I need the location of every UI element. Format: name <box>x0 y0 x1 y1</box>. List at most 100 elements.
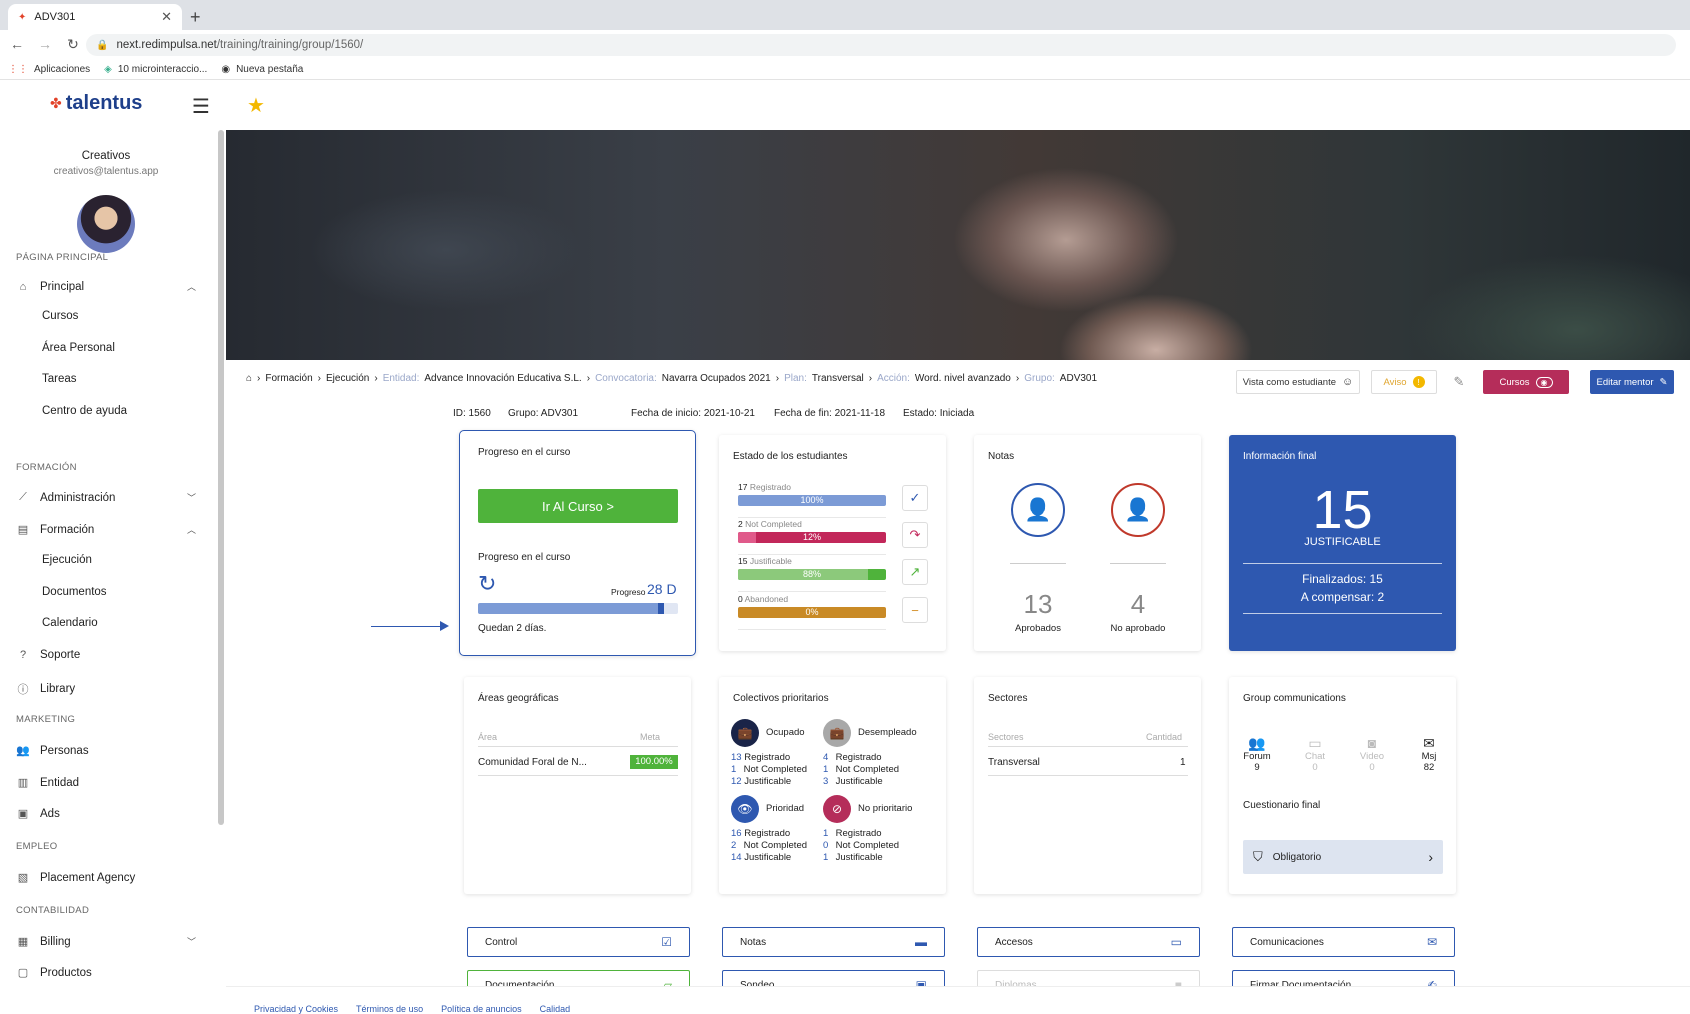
breadcrumb-plan[interactable]: Transversal <box>812 373 864 384</box>
back-icon[interactable]: ← <box>6 36 28 52</box>
forum-item[interactable]: 👥 Forum 9 <box>1237 735 1277 773</box>
button-label: Obligatorio <box>1272 851 1322 863</box>
sidebar-item-ads[interactable]: ▣ Ads <box>16 807 196 821</box>
cursos-button[interactable]: Cursos ◉ <box>1483 370 1569 394</box>
new-tab-icon[interactable]: + <box>190 7 201 28</box>
failed-count: 4 <box>1130 589 1146 619</box>
edit-mentor-button[interactable]: Editar mentor ✎ <box>1590 370 1674 394</box>
avatar[interactable] <box>77 195 135 253</box>
tab-strip: ✦ ADV301 ✕ + <box>0 0 1690 30</box>
bookmark-apps[interactable]: ⋮⋮ Aplicaciones <box>8 64 90 75</box>
footer-link[interactable]: Calidad <box>540 1004 571 1014</box>
bookmark-nueva-pestana[interactable]: ◉ Nueva pestaña <box>221 64 303 75</box>
status-action-icon[interactable]: ↗ <box>902 559 928 585</box>
favicon-icon: ✦ <box>18 11 27 23</box>
student-face-icon: ☺ <box>1342 376 1354 388</box>
sidebar-item-library[interactable]: ⓘ Library <box>16 681 196 697</box>
notas-button[interactable]: Notas ▬ <box>722 927 945 957</box>
support-icon: ? <box>19 649 27 661</box>
sidebar-item-productos[interactable]: ▢ Productos <box>16 966 196 980</box>
sidebar-item-centro-ayuda[interactable]: Centro de ayuda <box>42 405 127 417</box>
button-label: Accesos <box>995 936 1033 948</box>
sidebar-item-billing[interactable]: ▦ Billing ﹀ <box>16 935 196 949</box>
logo-dots-icon: ✤ <box>50 95 62 111</box>
approved-user-icon: 👤 <box>1011 483 1065 537</box>
divider <box>478 746 678 747</box>
bookmarks-bar: ⋮⋮ Aplicaciones ◈ 10 microinteraccio... ◉ N… <box>0 58 303 80</box>
reload-icon[interactable]: ↻ <box>62 36 84 53</box>
pencil-icon[interactable]: ✎ <box>1450 370 1468 394</box>
forward-icon[interactable]: → <box>34 36 56 52</box>
chevron-right-icon: › <box>1428 849 1433 865</box>
go-to-course-button[interactable]: Ir Al Curso > <box>478 489 678 523</box>
home-icon[interactable]: ⌂ <box>246 373 252 384</box>
sidebar-item-area-personal[interactable]: Área Personal <box>42 342 115 354</box>
comm-label: Chat <box>1304 751 1326 762</box>
sidebar-item-personas[interactable]: 👥 Personas <box>16 744 196 758</box>
breadcrumb-entidad[interactable]: Advance Innovación Educativa S.L. <box>424 373 581 384</box>
footer-link[interactable]: Términos de uso <box>356 1004 423 1014</box>
breadcrumb-ejecucion[interactable]: Ejecución <box>326 373 369 384</box>
address-bar[interactable]: 🔒 next.redimpulsa.net/training/training/… <box>86 34 1676 56</box>
control-button[interactable]: Control ☑ <box>467 927 690 957</box>
button-label: Aviso <box>1383 376 1407 388</box>
sidebar-item-formacion[interactable]: ▤ Formación ︿ <box>16 523 196 537</box>
sidebar-item-documentos[interactable]: Documentos <box>42 586 107 598</box>
star-icon[interactable]: ★ <box>247 93 265 118</box>
divider <box>738 629 886 630</box>
card-title: Group communications <box>1243 693 1346 704</box>
breadcrumb-formacion[interactable]: Formación <box>265 373 312 384</box>
remaining-days: Quedan 2 días. <box>478 623 547 634</box>
sidebar-item-cursos[interactable]: Cursos <box>42 310 78 322</box>
aviso-button[interactable]: Aviso! <box>1371 370 1437 394</box>
status-action-icon[interactable]: − <box>902 597 928 623</box>
sidebar-item-label: Productos <box>40 966 92 979</box>
forum-icon: 👥 <box>1248 735 1266 751</box>
sidebar-item-ejecucion[interactable]: Ejecución <box>42 554 92 566</box>
pencil-icon: ✎ <box>1659 376 1668 388</box>
talentus-logo[interactable]: ✤ talentus <box>50 92 142 115</box>
failed-label: No aprobado <box>1110 623 1166 634</box>
sidebar-item-soporte[interactable]: ? Soporte <box>16 649 196 661</box>
sidebar-item-administracion[interactable]: ⟋ Administración ﹀ <box>16 491 196 504</box>
comunicaciones-button[interactable]: Comunicaciones ✉ <box>1232 927 1455 957</box>
section-main: PÁGINA PRINCIPAL <box>16 252 109 263</box>
accesos-button[interactable]: Accesos ▭ <box>977 927 1200 957</box>
close-tab-icon[interactable]: ✕ <box>161 9 172 25</box>
section-marketing: MARKETING <box>16 714 76 725</box>
divider <box>478 775 678 776</box>
group-registered: 1 Registrado <box>823 828 882 839</box>
ads-icon: ▣ <box>17 808 29 820</box>
label: Registrado <box>744 828 791 839</box>
status-count: 17 <box>738 482 748 492</box>
breadcrumb-convocatoria[interactable]: Navarra Ocupados 2021 <box>662 373 771 384</box>
sidebar-item-tareas[interactable]: Tareas <box>42 373 77 385</box>
bookmark-label: 10 microinteraccio... <box>117 63 208 75</box>
sidebar-item-principal[interactable]: ⌂ Principal ︿ <box>16 280 196 293</box>
section-employment: EMPLEO <box>16 841 58 852</box>
browser-tab[interactable]: ✦ ADV301 ✕ <box>8 4 182 30</box>
breadcrumb-grupo[interactable]: ADV301 <box>1060 373 1097 384</box>
view-as-student-button[interactable]: Vista como estudiante ☺ <box>1236 370 1360 394</box>
sidebar-item-calendario[interactable]: Calendario <box>42 617 98 629</box>
breadcrumb-label: Acción: <box>877 373 910 384</box>
sidebar-scrollbar[interactable] <box>218 130 224 825</box>
sidebar-item-entidad[interactable]: ▥ Entidad <box>16 776 196 790</box>
chat-item[interactable]: ▭ Chat 0 <box>1295 735 1335 773</box>
footer-link[interactable]: Privacidad y Cookies <box>254 1004 338 1014</box>
building-icon: ▥ <box>17 777 29 789</box>
bookmark-microinteracciones[interactable]: ◈ 10 microinteraccio... <box>104 64 207 75</box>
message-item[interactable]: ✉ Msj 82 <box>1409 735 1449 773</box>
menu-icon[interactable]: ☰ <box>192 94 210 119</box>
progress-bar <box>478 603 678 614</box>
sidebar-item-placement[interactable]: ▧ Placement Agency <box>16 871 196 885</box>
status-action-icon[interactable]: ↷ <box>902 522 928 548</box>
chevron-up-icon: ︿ <box>186 525 196 535</box>
footer-link[interactable]: Política de anuncios <box>441 1004 522 1014</box>
finished-count: Finalizados: 15 <box>1302 572 1383 586</box>
card-title: Colectivos prioritarios <box>733 693 829 704</box>
video-item[interactable]: ◙ Video 0 <box>1352 735 1392 773</box>
mandatory-questionnaire-button[interactable]: ⛉ Obligatorio › <box>1243 840 1443 874</box>
breadcrumb-accion[interactable]: Word. nivel avanzado <box>915 373 1011 384</box>
status-action-icon[interactable]: ✓ <box>902 485 928 511</box>
